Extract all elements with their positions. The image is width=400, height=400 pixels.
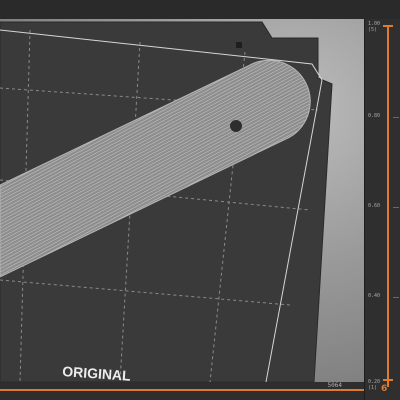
bottom-layer-number: (1) (368, 385, 378, 391)
horizontal-slider-track[interactable] (0, 389, 364, 391)
horizontal-slider-value: 5064 (327, 382, 342, 389)
layer-slider-bottom-handle[interactable] (383, 379, 393, 381)
top-toolbar (0, 0, 400, 19)
layer-tick-label: 0.80 (368, 113, 381, 119)
3d-preview-viewport[interactable]: ORIGINAL (0, 19, 364, 382)
top-layer-number: (5) (368, 27, 378, 33)
layer-slider[interactable]: 1.00 (5) 0.80 0.60 0.40 0.20 (1) (364, 19, 400, 400)
slicer-preview: ORIGINAL 5064 1.00 (5) 0.80 0.60 0.40 0.… (0, 0, 400, 400)
layer-slider-top-handle[interactable] (383, 25, 393, 27)
model-hole (230, 120, 242, 132)
layer-tick-label: 0.60 (368, 203, 381, 209)
horizontal-slider[interactable]: 5064 (0, 382, 364, 400)
bed-notch (236, 42, 242, 48)
preview-canvas[interactable]: ORIGINAL (0, 19, 364, 382)
layer-tick-label: 0.40 (368, 293, 381, 299)
layer-tick (393, 297, 399, 298)
layer-tick (393, 117, 399, 118)
layer-tick (393, 207, 399, 208)
layer-slider-marker: 6 (381, 384, 388, 394)
layer-slider-track[interactable] (387, 25, 389, 387)
